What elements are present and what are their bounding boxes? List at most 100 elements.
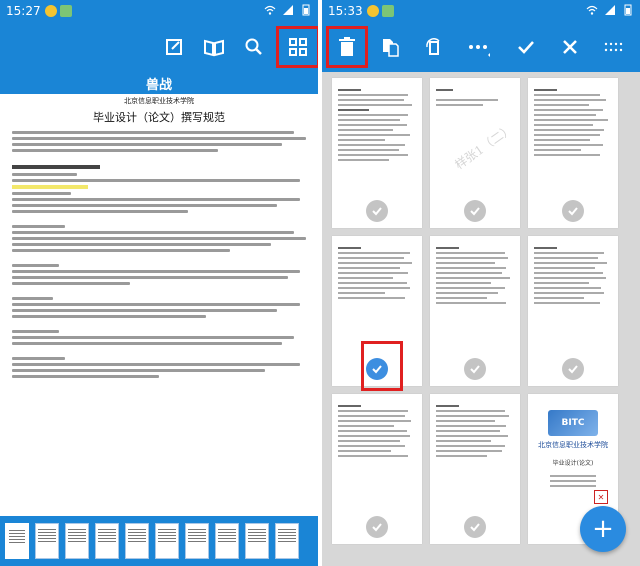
page-card-6[interactable] — [528, 236, 618, 386]
school-name: 北京信息职业技术学院 — [124, 97, 194, 105]
text-line — [12, 330, 60, 333]
page-card-2[interactable]: 样张1（二） — [430, 78, 520, 228]
edit-icon — [166, 39, 182, 55]
text-line — [12, 342, 283, 345]
page-thumbnail[interactable] — [215, 523, 239, 559]
selection-highlight — [361, 341, 403, 391]
copy-icon — [383, 39, 399, 57]
check-icon — [470, 365, 480, 374]
select-checkbox[interactable] — [464, 516, 486, 538]
text-line — [12, 231, 295, 234]
select-checkbox[interactable] — [464, 200, 486, 222]
add-page-button[interactable]: + — [580, 506, 626, 552]
read-mode-button[interactable] — [198, 31, 230, 63]
grid-view-button[interactable] — [276, 26, 318, 68]
watermark-text: 样张1（二） — [452, 121, 516, 173]
page-thumbnail[interactable] — [5, 523, 29, 559]
text-line — [12, 179, 301, 182]
page-thumbnail[interactable] — [125, 523, 149, 559]
page-thumbnail[interactable] — [275, 523, 299, 559]
confirm-button[interactable] — [510, 31, 542, 63]
page-card-1[interactable] — [332, 78, 422, 228]
battery-icon — [302, 4, 310, 16]
page-edit-toolbar — [322, 22, 640, 72]
text-line — [12, 270, 301, 273]
select-checkbox[interactable] — [562, 358, 584, 380]
menu-icon — [604, 42, 623, 52]
text-line — [12, 282, 130, 285]
notification-icon — [59, 5, 72, 17]
page-thumbnail[interactable] — [245, 523, 269, 559]
more-button[interactable] — [462, 31, 494, 63]
text-line — [12, 137, 306, 140]
page-thumbnail[interactable] — [35, 523, 59, 559]
check-icon — [568, 365, 578, 374]
menu-button[interactable] — [598, 31, 630, 63]
delete-button[interactable] — [326, 26, 368, 68]
page-grid-panel: 15:33 样张1（二） BITC 北京信息职业技术学院 毕业设计(论文) ✕ … — [322, 0, 640, 566]
page-card-7[interactable] — [332, 394, 422, 544]
battery-icon — [624, 4, 632, 16]
copy-page-button[interactable] — [374, 31, 406, 63]
page-card-5[interactable] — [430, 236, 520, 386]
select-checkbox[interactable] — [562, 200, 584, 222]
document-heading: 毕业设计（论文）撰写规范 — [93, 111, 225, 124]
page-card-8[interactable] — [430, 394, 520, 544]
page-thumbnail[interactable] — [185, 523, 209, 559]
page-thumbnail[interactable] — [95, 523, 119, 559]
text-line — [12, 198, 301, 201]
text-line — [12, 276, 289, 279]
text-line — [12, 357, 65, 360]
status-time: 15:27 — [6, 4, 41, 18]
page-thumbnail-strip — [0, 516, 318, 566]
text-line — [12, 204, 277, 207]
notification-icon — [44, 5, 57, 17]
stamp-icon: ✕ — [594, 490, 608, 504]
school-logo: BITC — [548, 410, 598, 436]
page-card-3[interactable] — [528, 78, 618, 228]
close-button[interactable] — [554, 31, 586, 63]
select-checkbox[interactable] — [464, 358, 486, 380]
text-line — [12, 336, 295, 339]
page-thumbnail[interactable] — [155, 523, 179, 559]
text-line — [12, 369, 265, 372]
document-page[interactable]: 北京信息职业技术学院 毕业设计（论文）撰写规范 — [0, 94, 318, 516]
cover-school-name: 北京信息职业技术学院 — [538, 441, 608, 449]
status-time: 15:33 — [328, 4, 363, 18]
check-icon — [372, 207, 382, 216]
text-line — [12, 363, 301, 366]
text-line — [12, 297, 54, 300]
signal-icon — [283, 5, 293, 15]
document-title: 兽战 — [0, 72, 318, 94]
text-line — [12, 149, 218, 152]
close-icon — [563, 40, 577, 54]
select-checkbox[interactable] — [366, 516, 388, 538]
wifi-icon — [264, 5, 276, 15]
book-icon — [204, 39, 224, 57]
wifi-icon — [586, 5, 598, 15]
text-line — [12, 249, 230, 252]
text-line — [12, 173, 77, 176]
text-line — [12, 143, 283, 146]
cover-caption: 毕业设计(论文) — [552, 460, 594, 467]
select-checkbox[interactable] — [366, 200, 388, 222]
text-line — [12, 315, 207, 318]
grid-icon — [289, 38, 307, 56]
check-icon — [372, 523, 382, 532]
highlighted-text — [12, 185, 89, 189]
text-line — [12, 309, 277, 312]
trash-icon — [339, 37, 355, 56]
check-icon — [518, 41, 534, 54]
text-line — [12, 192, 71, 195]
text-line — [12, 237, 306, 240]
page-thumbnail[interactable] — [65, 523, 89, 559]
document-reader-panel: 15:27 兽战 北京信息职业技术学院 毕业设计（论文）撰写规范 — [0, 0, 318, 566]
edit-button[interactable] — [158, 31, 190, 63]
signal-icon — [605, 5, 615, 15]
more-icon — [469, 45, 490, 57]
rotate-page-button[interactable] — [418, 31, 450, 63]
text-line — [12, 225, 65, 228]
check-icon — [568, 207, 578, 216]
check-icon — [470, 523, 480, 532]
search-button[interactable] — [238, 31, 270, 63]
